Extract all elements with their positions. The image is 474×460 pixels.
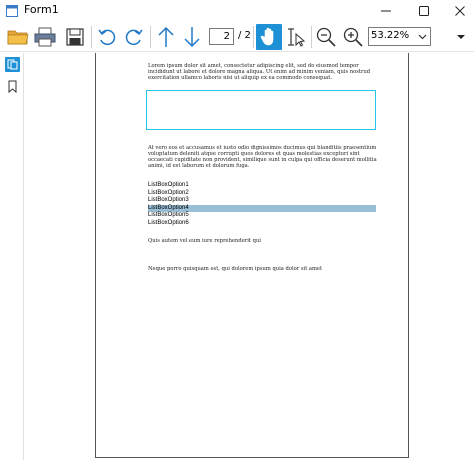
close-button[interactable]: [446, 0, 474, 22]
toolbar-separator: [311, 26, 312, 48]
paragraph-2: At vero eos et accusamus et iusto odio d…: [148, 145, 377, 169]
chevron-down-icon: [418, 34, 426, 39]
maximize-button[interactable]: [410, 0, 438, 22]
minimize-button[interactable]: [372, 0, 400, 22]
paragraph-1: Lorem ipsum dolor sit amet, consectetur …: [148, 63, 371, 81]
bookmark-icon: [8, 80, 17, 93]
toolbar-separator: [91, 26, 92, 48]
list-item[interactable]: ListBoxOption3: [148, 197, 376, 205]
list-item[interactable]: ListBoxOption6: [148, 220, 376, 228]
close-icon: [455, 6, 465, 16]
zoom-combobox[interactable]: 53.22%: [368, 27, 431, 46]
maximize-icon: [419, 6, 429, 16]
thumbnails-icon: [7, 59, 18, 70]
redo-icon: [125, 29, 143, 46]
list-item[interactable]: ListBoxOption5: [148, 212, 376, 220]
hand-icon: [260, 27, 274, 46]
form-list-box[interactable]: ListBoxOption1 ListBoxOption2 ListBoxOptio…: [148, 182, 376, 228]
page-total-label: / 2: [238, 30, 251, 41]
document-viewer[interactable]: Lorem ipsum dolor sit amet, consectetur …: [25, 53, 474, 460]
toolbar: 2 / 2 53.22%: [0, 22, 474, 52]
toolbar-separator: [150, 26, 151, 48]
form-text-field[interactable]: [146, 90, 376, 130]
toolbar-separator: [253, 26, 254, 48]
open-folder-icon: [7, 30, 29, 45]
undo-button[interactable]: [96, 24, 118, 50]
page-number-input[interactable]: 2: [209, 28, 234, 45]
side-panel: [0, 53, 24, 460]
paragraph-3: Quis autem vel eum iure reprehenderit qu…: [148, 238, 261, 244]
arrow-up-icon: [158, 26, 174, 47]
zoom-out-icon: [316, 27, 336, 47]
open-button[interactable]: [6, 24, 30, 50]
redo-button[interactable]: [123, 24, 145, 50]
thumbnails-button[interactable]: [5, 57, 20, 72]
previous-page-button[interactable]: [155, 24, 177, 50]
text-select-icon: [288, 28, 306, 47]
pan-tool-button[interactable]: [256, 24, 282, 50]
minimize-icon: [381, 10, 391, 12]
zoom-in-icon: [343, 27, 363, 47]
list-item[interactable]: ListBoxOption1: [148, 182, 376, 190]
next-page-button[interactable]: [181, 24, 203, 50]
overflow-icon: [457, 35, 465, 39]
bookmarks-button[interactable]: [5, 79, 20, 94]
print-button[interactable]: [33, 24, 57, 50]
zoom-value: 53.22%: [371, 30, 410, 41]
title-bar: Form1: [0, 0, 474, 22]
text-select-tool-button[interactable]: [285, 24, 307, 50]
list-item[interactable]: ListBoxOption2: [148, 190, 376, 198]
print-icon: [34, 27, 56, 47]
save-icon: [66, 28, 84, 46]
arrow-down-icon: [184, 27, 200, 48]
zoom-dropdown-button[interactable]: [414, 28, 430, 45]
app-window: Form1 2 / 2 53.22% Lorem ipsum dolor sit…: [0, 0, 474, 460]
window-title: Form1: [24, 3, 59, 16]
undo-icon: [98, 29, 116, 46]
zoom-out-button[interactable]: [315, 24, 337, 50]
document-page: Lorem ipsum dolor sit amet, consectetur …: [95, 53, 409, 458]
list-item[interactable]: ListBoxOption4: [148, 204, 376, 213]
save-button[interactable]: [64, 24, 86, 50]
zoom-in-button[interactable]: [342, 24, 364, 50]
toolbar-overflow-button[interactable]: [454, 28, 468, 46]
app-icon: [6, 5, 18, 17]
paragraph-4: Neque porro quisquam est, qui dolorem ip…: [148, 266, 323, 272]
